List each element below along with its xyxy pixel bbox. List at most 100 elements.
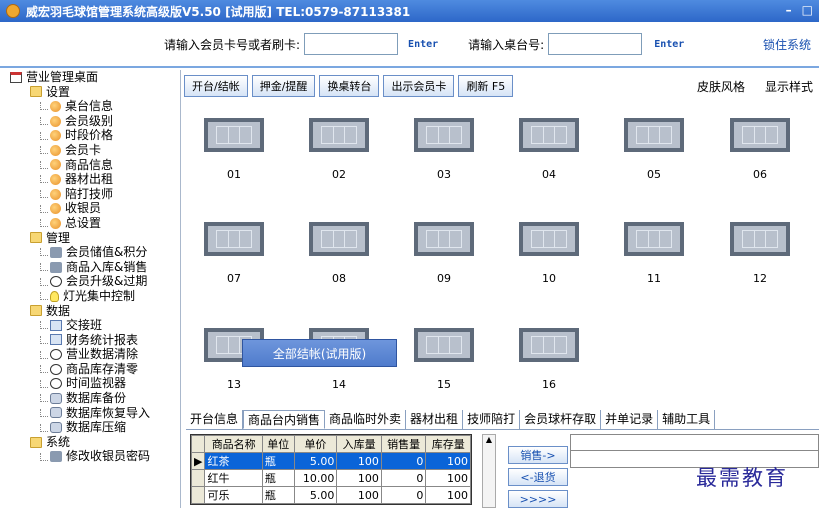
tree-item-label: 商品信息	[65, 157, 114, 172]
tab-merge-records[interactable]: 并单记录	[601, 410, 659, 429]
open-checkout-button[interactable]: 开台/结帐	[184, 75, 248, 97]
tree-group-management[interactable]: 管理	[0, 231, 180, 246]
tab-equipment-rental[interactable]: 器材出租	[406, 410, 464, 429]
table-row[interactable]: 可乐 瓶 5.00 100 0 100	[190, 486, 471, 504]
deposit-reminder-button[interactable]: 押金/提醒	[251, 75, 316, 97]
table-enter-button[interactable]: Enter	[654, 39, 684, 50]
tree-item-clear-data[interactable]: 营业数据清除	[0, 347, 180, 362]
tree-item-shift[interactable]: 交接班	[0, 318, 180, 333]
tree-item-time-price[interactable]: 时段价格	[0, 128, 180, 143]
court-number: 07	[227, 272, 241, 285]
court-tile[interactable]: 05	[624, 118, 684, 181]
court-tile[interactable]: 07	[204, 222, 264, 285]
tree-item-member-deposit[interactable]: 会员储值&积分	[0, 245, 180, 260]
court-tile[interactable]: 12	[730, 222, 790, 285]
grid-row[interactable]	[570, 434, 819, 451]
tree-item-db-backup[interactable]: 数据库备份	[0, 391, 180, 406]
court-tile[interactable]: 10	[519, 222, 579, 285]
refresh-button[interactable]: 刷新 F5	[458, 75, 514, 97]
tree-item-tables[interactable]: 桌台信息	[0, 99, 180, 114]
tree-item-db-restore[interactable]: 数据库恢复导入	[0, 406, 180, 421]
tab-tools[interactable]: 辅助工具	[658, 410, 716, 429]
column-header[interactable]: 销售量	[380, 435, 427, 453]
tree-group-label: 系统	[46, 434, 71, 449]
card-input-label: 请输入会员卡号或者刷卡:	[164, 37, 301, 52]
tree-item-products[interactable]: 商品信息	[0, 158, 180, 173]
court-number: 03	[437, 168, 451, 181]
tree-item-time-monitor[interactable]: 时间监视器	[0, 376, 180, 391]
vertical-scrollbar[interactable]: ▲	[482, 434, 496, 508]
card-enter-button[interactable]: Enter	[408, 39, 438, 50]
court-number: 04	[542, 168, 556, 181]
tree-item-member-upgrade[interactable]: 会员升级&过期	[0, 274, 180, 289]
scroll-up-icon[interactable]: ▲	[483, 435, 495, 444]
more-button[interactable]: >>>>	[508, 490, 568, 508]
tree-item-label: 器材出租	[65, 172, 114, 187]
table-number-input[interactable]	[548, 33, 643, 55]
display-style-link[interactable]: 显示样式	[765, 78, 813, 95]
court-tile[interactable]: 03	[414, 118, 474, 181]
court-tile[interactable]: 16	[519, 328, 579, 391]
folder-open-icon	[30, 86, 42, 98]
tree-item-light-control[interactable]: 灯光集中控制	[0, 289, 180, 304]
court-number: 09	[437, 272, 451, 285]
tree-item-member-card[interactable]: 会员卡	[0, 143, 180, 158]
tab-takeaway[interactable]: 商品临时外卖	[325, 410, 407, 429]
court-tile[interactable]: 06	[730, 118, 790, 181]
tree-item-equipment[interactable]: 器材出租	[0, 172, 180, 187]
tab-racket-storage[interactable]: 会员球杆存取	[520, 410, 602, 429]
tree-item-stock-sales[interactable]: 商品入库&销售	[0, 260, 180, 275]
court-tile[interactable]: 09	[414, 222, 474, 285]
court-tile[interactable]: 04	[519, 118, 579, 181]
tree-item-cashiers[interactable]: 收银员	[0, 201, 180, 216]
court-icon	[730, 222, 790, 256]
tree-item-coaches[interactable]: 陪打技师	[0, 187, 180, 202]
skin-style-link[interactable]: 皮肤风格	[697, 78, 745, 95]
lock-system-link[interactable]: 锁住系统	[763, 36, 811, 53]
column-header[interactable]: 商品名称	[204, 435, 263, 453]
minimize-button[interactable]: –	[786, 3, 792, 17]
tree-item-finance-report[interactable]: 财务统计报表	[0, 333, 180, 348]
column-header[interactable]: 库存量	[425, 435, 471, 453]
tree-item-db-compress[interactable]: 数据库压缩	[0, 420, 180, 435]
clock-icon	[50, 378, 62, 390]
report-icon	[50, 334, 62, 346]
court-number: 08	[332, 272, 346, 285]
coin-icon	[50, 159, 61, 171]
court-tile[interactable]: 11	[624, 222, 684, 285]
coin-icon	[50, 130, 61, 142]
tree-group-data[interactable]: 数据	[0, 304, 180, 319]
tab-coach[interactable]: 技师陪打	[463, 410, 521, 429]
return-button[interactable]: <-退货	[508, 468, 568, 486]
column-header[interactable]: 入库量	[336, 435, 382, 453]
court-icon	[519, 118, 579, 152]
column-header[interactable]: 单位	[261, 435, 295, 453]
column-header[interactable]: 单价	[293, 435, 338, 453]
switch-table-button[interactable]: 换桌转台	[319, 75, 380, 97]
tab-in-table-sales[interactable]: 商品台内销售	[243, 410, 326, 429]
tree-group-system[interactable]: 系统	[0, 435, 180, 450]
sell-button[interactable]: 销售->	[508, 446, 568, 464]
court-tile[interactable]: 01	[204, 118, 264, 181]
input-bar: 请输入会员卡号或者刷卡: Enter 请输入桌台号: Enter 锁住系统	[0, 22, 819, 68]
coin-icon	[50, 188, 61, 200]
table-row[interactable]: ▶ 红茶 瓶 5.00 100 0 100	[190, 452, 471, 470]
show-member-card-button[interactable]: 出示会员卡	[383, 75, 455, 97]
court-number: 06	[753, 168, 767, 181]
court-tile[interactable]: 08	[309, 222, 369, 285]
court-tile[interactable]: 02	[309, 118, 369, 181]
tree-item-change-password[interactable]: 修改收银员密码	[0, 449, 180, 464]
tree-item-general-settings[interactable]: 总设置	[0, 216, 180, 231]
tree-group-settings[interactable]: 设置	[0, 85, 180, 100]
tree-item-label: 财务统计报表	[66, 332, 139, 347]
court-tile[interactable]: 15	[414, 328, 474, 391]
tab-open-info[interactable]: 开台信息	[186, 410, 244, 429]
toolbar: 开台/结帐 押金/提醒 换桌转台 出示会员卡 刷新 F5 皮肤风格 显示样式	[184, 72, 819, 100]
card-number-input[interactable]	[304, 33, 399, 55]
checkout-all-menu-item[interactable]: 全部结帐(试用版)	[242, 339, 397, 367]
tree-root[interactable]: 营业管理桌面	[0, 70, 180, 85]
tree-item-member-levels[interactable]: 会员级别	[0, 114, 180, 129]
tree-item-clear-stock[interactable]: 商品库存清零	[0, 362, 180, 377]
table-row[interactable]: 红牛 瓶 10.00 100 0 100	[190, 469, 471, 487]
maximize-button[interactable]: □	[802, 3, 813, 17]
